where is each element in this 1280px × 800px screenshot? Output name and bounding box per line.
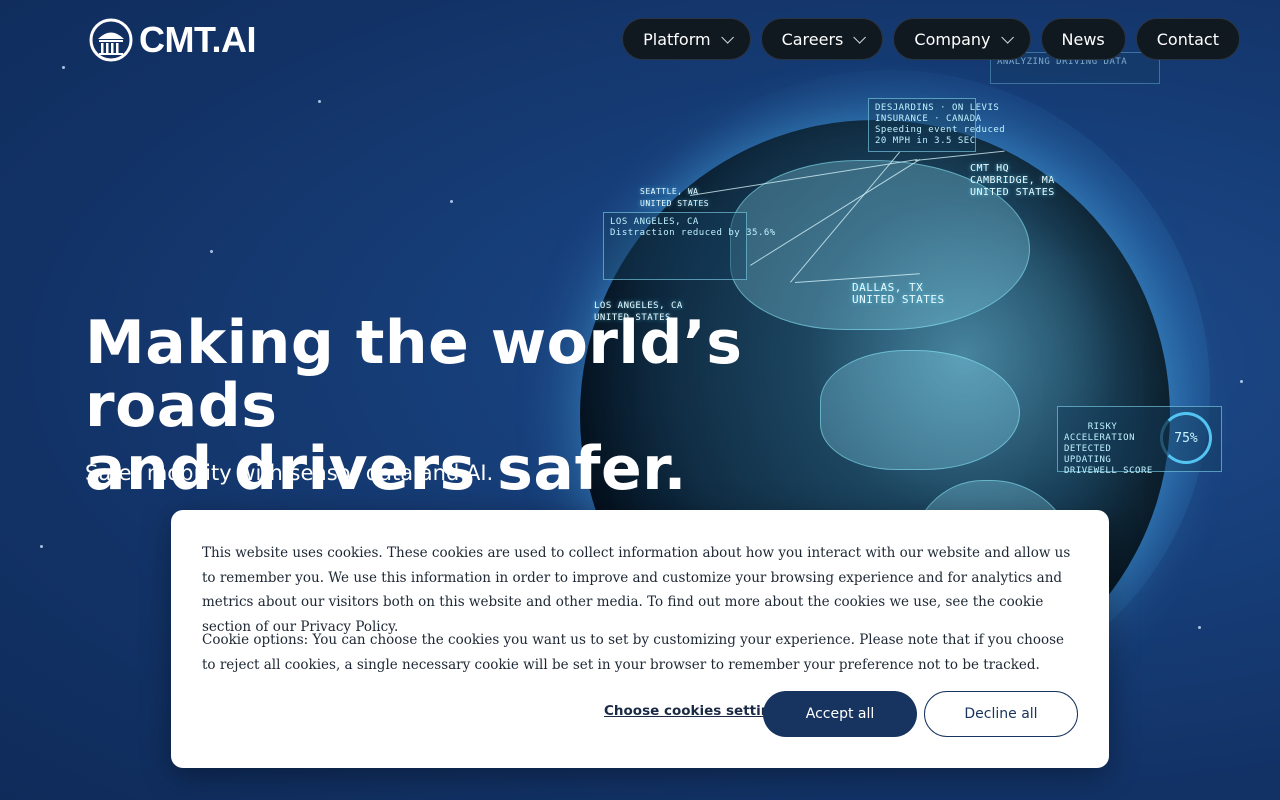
star: [318, 100, 321, 103]
label-dallas: DALLAS, TX UNITED STATES: [852, 281, 945, 306]
label-seattle: SEATTLE, WA UNITED STATES: [640, 187, 710, 208]
score-ring-icon: 75%: [1160, 412, 1212, 464]
choose-cookies-settings-link[interactable]: Choose cookies settings: [604, 703, 788, 719]
star: [1240, 380, 1243, 383]
decline-all-button[interactable]: Decline all: [924, 691, 1078, 737]
star: [450, 200, 453, 203]
chevron-down-icon: [853, 30, 867, 44]
hero-title-line-1: Making the world’s roads: [85, 308, 743, 441]
nav-label: Contact: [1156, 29, 1219, 49]
cookie-description: This website uses cookies. These cookies…: [202, 545, 1071, 635]
capitol-dome-logo-icon: [89, 18, 133, 62]
logo-text: CMT.AI: [139, 19, 257, 60]
logo[interactable]: CMT.AI: [89, 18, 257, 62]
star: [40, 545, 43, 548]
hud-panel-distraction: LOS ANGELES, CA Distraction reduced by 3…: [603, 212, 775, 280]
hero-subtitle: Safer mobility with sensor data and AI.: [85, 461, 494, 485]
main-nav: Platform Careers Company News Contact: [622, 18, 1240, 60]
star: [210, 250, 213, 253]
cookie-options-text: Cookie options: You can choose the cooki…: [202, 632, 1065, 673]
site-header: CMT.AI Platform Careers Company News Con…: [0, 0, 1280, 80]
hud-risky-text: RISKY ACCELERATION DETECTED UPDATING DRI…: [1064, 422, 1153, 476]
score-percent: 75%: [1174, 430, 1198, 446]
nav-contact[interactable]: Contact: [1135, 18, 1240, 60]
hud-panel-desjardins: DESJARDINS · ON LEVIS INSURANCE · CANADA…: [868, 98, 1005, 152]
nav-company[interactable]: Company: [893, 18, 1031, 60]
nav-news[interactable]: News: [1040, 18, 1126, 60]
accept-all-button[interactable]: Accept all: [763, 691, 917, 737]
cookie-banner: This website uses cookies. These cookies…: [171, 510, 1109, 768]
nav-label: News: [1061, 29, 1105, 49]
chevron-down-icon: [720, 30, 734, 44]
chevron-down-icon: [1000, 30, 1014, 44]
nav-label: Company: [914, 29, 991, 49]
nav-label: Careers: [781, 29, 844, 49]
nav-careers[interactable]: Careers: [760, 18, 884, 60]
nav-label: Platform: [643, 29, 711, 49]
label-cambridge-hq: CMT HQ CAMBRIDGE, MA UNITED STATES: [970, 163, 1055, 198]
nav-platform[interactable]: Platform: [622, 18, 751, 60]
